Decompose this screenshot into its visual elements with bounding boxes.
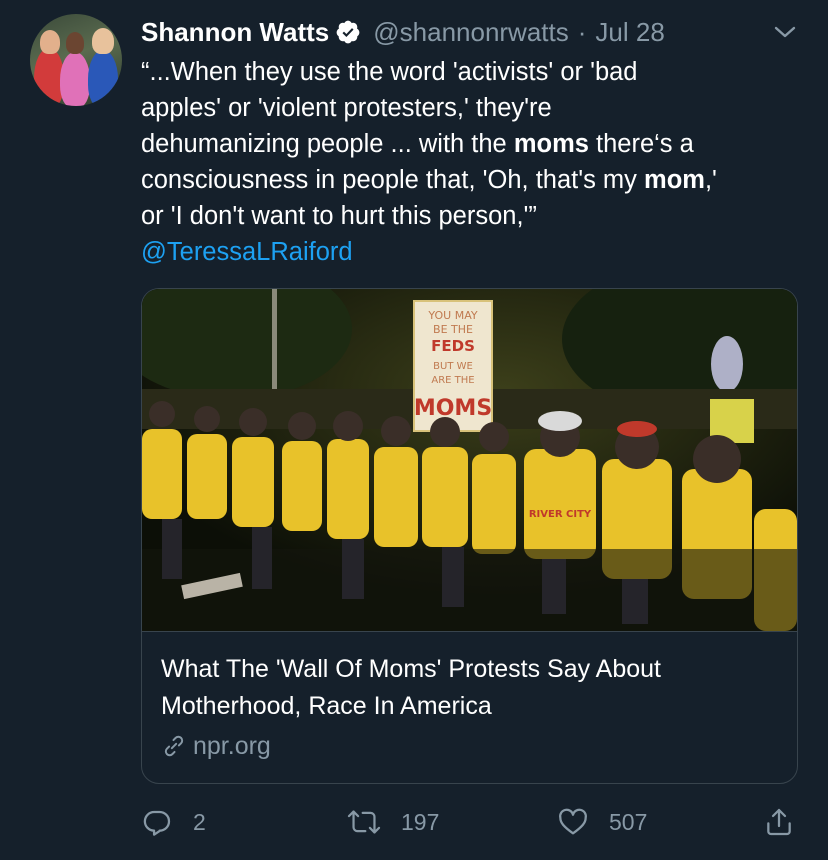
tweet-text-line: consciousness in people that, 'Oh, that'… [141, 162, 811, 198]
sign-line: ARE THE [431, 375, 474, 386]
tweet-text-fragment: ,' [704, 166, 717, 194]
tweet-actions: 2 197 507 [0, 800, 828, 844]
share-icon [767, 808, 791, 836]
shirt-text: RIVER CITY [529, 509, 592, 520]
link-card[interactable]: YOU MAY BE THE FEDS BUT WE ARE THE MOMS [141, 288, 798, 784]
sign-line: BUT WE [433, 361, 473, 372]
like-count: 507 [609, 808, 648, 835]
avatar[interactable] [30, 14, 122, 106]
link-icon [164, 735, 184, 757]
sign-line: BE THE [433, 323, 473, 336]
tweet-text-line: or 'I don't want to hurt this person,'” [141, 202, 537, 230]
verified-badge-icon [336, 20, 360, 44]
author-name[interactable]: Shannon Watts [141, 17, 329, 48]
tweet-date[interactable]: Jul 28 [595, 17, 664, 48]
retweet-button[interactable]: 197 [347, 800, 439, 844]
reply-icon [143, 810, 171, 836]
card-domain-text: npr.org [193, 731, 271, 760]
retweet-icon [347, 810, 381, 834]
tweet-text-bold: moms [513, 130, 589, 158]
heart-icon [559, 808, 587, 835]
share-button[interactable] [763, 800, 795, 844]
mention-link[interactable]: @TeressaLRaiford [141, 234, 811, 270]
card-title-line: Motherhood, Race In America [161, 692, 492, 720]
tweet-text-bold: mom [644, 166, 705, 194]
reply-button[interactable]: 2 [141, 800, 206, 844]
sign-line: YOU MAY [427, 309, 477, 322]
chevron-down-icon[interactable] [770, 20, 800, 44]
card-image[interactable]: YOU MAY BE THE FEDS BUT WE ARE THE MOMS [142, 289, 797, 632]
reply-count: 2 [193, 808, 206, 835]
tweet-text-line: dehumanizing people ... with the moms th… [141, 126, 811, 162]
tweet[interactable]: Shannon Watts @shannonrwatts · Jul 28 “.… [0, 0, 828, 860]
tweet-text-fragment: there‘s a [588, 130, 694, 158]
sign-line: FEDS [431, 337, 475, 355]
tweet-text-line: “...When they use the word 'activists' o… [141, 58, 638, 86]
tweet-text-line: apples' or 'violent protesters,' they're [141, 94, 552, 122]
author-handle[interactable]: @shannonrwatts [373, 17, 569, 48]
retweet-count: 197 [401, 808, 440, 835]
card-domain[interactable]: npr.org [161, 729, 271, 763]
tweet-text-fragment: consciousness in people that, 'Oh, that'… [141, 166, 645, 194]
card-title-line: What The 'Wall Of Moms' Protests Say Abo… [161, 655, 661, 683]
like-button[interactable]: 507 [557, 800, 647, 844]
tweet-text: “...When they use the word 'activists' o… [141, 54, 811, 270]
sign-line: MOMS [414, 396, 492, 421]
card-title[interactable]: What The 'Wall Of Moms' Protests Say Abo… [161, 651, 781, 725]
tweet-header: Shannon Watts @shannonrwatts · Jul 28 [141, 14, 665, 50]
tweet-text-fragment: dehumanizing people ... with the [141, 130, 514, 158]
separator-dot: · [577, 16, 587, 47]
